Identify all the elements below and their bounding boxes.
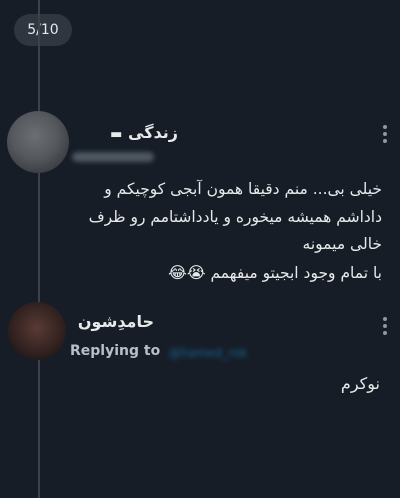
replying-to-label: Replying to bbox=[70, 343, 161, 359]
author-handle-blurred[interactable] bbox=[72, 152, 154, 162]
replying-to-handle-text: @hamed_rok bbox=[168, 346, 248, 360]
replying-to: Replying to @hamed_rok bbox=[70, 343, 259, 360]
author-name-text: زندگی bbox=[128, 123, 178, 142]
tweet-line: داداشم همیشه میخوره و یادداشتامم رو ظرف bbox=[88, 207, 382, 226]
reply-more-options-icon[interactable] bbox=[383, 317, 387, 335]
tweet-line: خیلی بی... منم دقیقا همون آبجی کوچیکم و bbox=[104, 180, 382, 198]
reply-avatar[interactable] bbox=[8, 302, 66, 360]
more-options-icon[interactable] bbox=[383, 125, 387, 143]
image-counter-badge[interactable]: 5/10 bbox=[14, 14, 72, 46]
tweet-body: خیلی بی... منم دقیقا همون آبجی کوچیکم و … bbox=[42, 176, 382, 287]
tweet-line-with-emoji: با تمام وجود ابجیتو میفهمم 😭😂 bbox=[42, 259, 382, 288]
emoji-crying-laughing-icon: 😭😂 bbox=[168, 262, 206, 282]
reply-author-name[interactable]: حامدِشون bbox=[78, 312, 154, 331]
author-name-mark: ▬ bbox=[110, 127, 123, 142]
thread-line-bottom bbox=[38, 360, 40, 498]
avatar[interactable] bbox=[7, 111, 69, 173]
tweet-line: با تمام وجود ابجیتو میفهمم bbox=[210, 263, 382, 282]
thread-line-middle bbox=[38, 173, 40, 303]
tweet-line: خالی میمونه bbox=[302, 235, 382, 253]
reply-body: نوکرم bbox=[340, 374, 380, 393]
thread-line-top bbox=[38, 0, 40, 112]
replying-to-handle[interactable]: @hamed_rok bbox=[168, 345, 259, 360]
author-name[interactable]: زندگی ▬ bbox=[110, 123, 178, 142]
